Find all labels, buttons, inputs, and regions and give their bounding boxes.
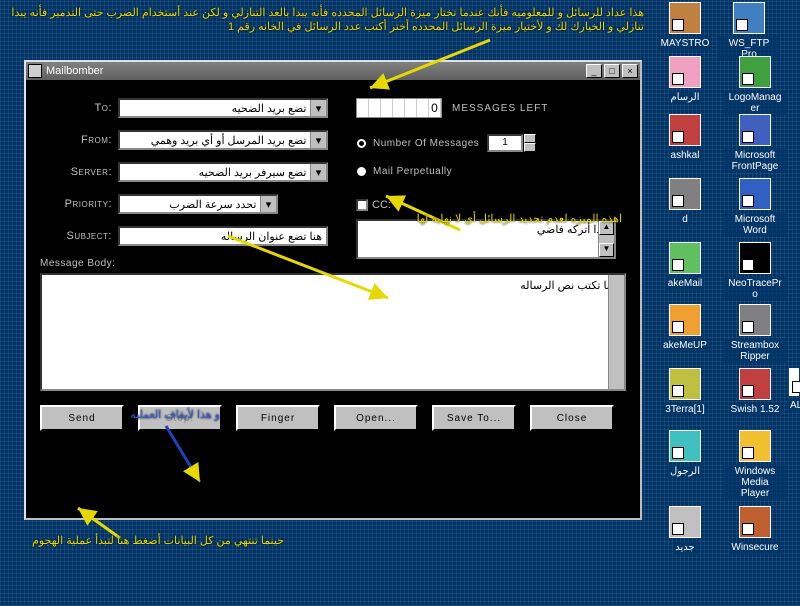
app-icon	[28, 64, 42, 78]
dropdown-arrow-icon[interactable]: ▾	[310, 132, 326, 148]
cc-checkbox[interactable]	[356, 199, 368, 211]
desktop-icon[interactable]: جديد	[654, 506, 716, 554]
number-of-messages-input[interactable]: 1	[487, 134, 523, 152]
number-of-messages-radio[interactable]	[356, 138, 367, 149]
desktop-icon[interactable]: Microsoft FrontPage	[724, 114, 786, 173]
subject-label: Subject:	[40, 230, 118, 242]
close-window-button[interactable]: ×	[622, 64, 638, 78]
window-title: Mailbomber	[46, 65, 586, 77]
finger-button[interactable]: Finger	[236, 405, 320, 431]
open-button[interactable]: Open...	[334, 405, 418, 431]
mail-perpetually-label: Mail Perpetually	[373, 166, 452, 177]
desktop-icon[interactable]: الرسام	[654, 56, 716, 104]
annotation-bottom: حينما تنتهي من كل البيانات أضغط هنا لتبد…	[4, 534, 284, 548]
annotation-top: هذا عداد للرسائل و للمعلوميه فأنك عندما …	[4, 6, 644, 35]
desktop-icon[interactable]: ALV	[788, 368, 800, 412]
desktop-icon[interactable]: d	[654, 178, 716, 226]
close-button[interactable]: Close	[530, 405, 614, 431]
desktop-icon[interactable]: NeoTracePro	[724, 242, 786, 301]
to-combo[interactable]: هنا تضع بريد الضحيه▾	[118, 98, 328, 118]
messages-counter: 0 MESSAGES LEFT	[356, 98, 548, 118]
priority-label: Priority:	[40, 198, 118, 210]
messages-left-label: MESSAGES LEFT	[452, 103, 548, 114]
titlebar[interactable]: Mailbomber _ □ ×	[26, 62, 640, 80]
from-value: هنا تضع بريد المرسل أو أي بريد وهمي	[151, 134, 322, 147]
desktop-icon[interactable]: akeMeUP	[654, 304, 716, 352]
desktop-icon[interactable]: Microsoft Word	[724, 178, 786, 237]
mail-perpetually-radio[interactable]	[356, 166, 367, 177]
desktop-icon[interactable]: 3Terra[1]	[654, 368, 716, 416]
desktop-icon[interactable]: Winsecure	[724, 506, 786, 554]
to-label: To:	[40, 102, 118, 114]
desktop-icon[interactable]: MAYSTRO	[654, 2, 716, 50]
annotation-mid: اهذه الميزه لعدم تحديد الرسائل أي لا نها…	[402, 212, 622, 226]
save-to-button[interactable]: Save To...	[432, 405, 516, 431]
desktop-icon[interactable]: Windows Media Player	[724, 430, 786, 500]
minimize-button[interactable]: _	[586, 64, 602, 78]
desktop-icon[interactable]: akeMail	[654, 242, 716, 290]
dropdown-arrow-icon[interactable]: ▾	[260, 196, 276, 212]
desktop-icon[interactable]: Swish 1.52	[724, 368, 786, 416]
desktop-icon[interactable]: WS_FTP Pro	[718, 2, 780, 61]
counter-digit: 0	[429, 99, 441, 117]
desktop-icon[interactable]: ashkal	[654, 114, 716, 162]
from-combo[interactable]: هنا تضع بريد المرسل أو أي بريد وهمي▾	[118, 130, 328, 150]
priority-value: هنا تحدد سرعة الضرب	[169, 198, 272, 211]
desktop-icon[interactable]: الرجول	[654, 430, 716, 478]
scrollbar[interactable]	[608, 275, 624, 389]
message-body-value: هنا تكتب نص الرساله	[520, 280, 616, 292]
dropdown-arrow-icon[interactable]: ▾	[310, 164, 326, 180]
server-label: Server:	[40, 166, 118, 178]
number-of-messages-label: Number Of Messages	[373, 138, 479, 149]
maximize-button[interactable]: □	[604, 64, 620, 78]
server-combo[interactable]: هنا تضع سيرفر بريد الضحيه▾	[118, 162, 328, 182]
annotation-stop: و هذا لأيقاف العمليه	[90, 408, 220, 422]
spin-down[interactable]: ▼	[524, 143, 536, 152]
dropdown-arrow-icon[interactable]: ▾	[310, 100, 326, 116]
server-value: هنا تضع سيرفر بريد الضحيه	[199, 166, 322, 179]
desktop-icon[interactable]: LogoManager	[724, 56, 786, 115]
scrollbar[interactable]: ▲▼	[598, 221, 614, 257]
spin-up[interactable]: ▲	[524, 134, 536, 143]
from-label: From:	[40, 134, 118, 146]
to-value: هنا تضع بريد الضحيه	[232, 102, 322, 115]
priority-combo[interactable]: هنا تحدد سرعة الضرب▾	[118, 194, 278, 214]
desktop-icon[interactable]: Streambox Ripper	[724, 304, 786, 363]
